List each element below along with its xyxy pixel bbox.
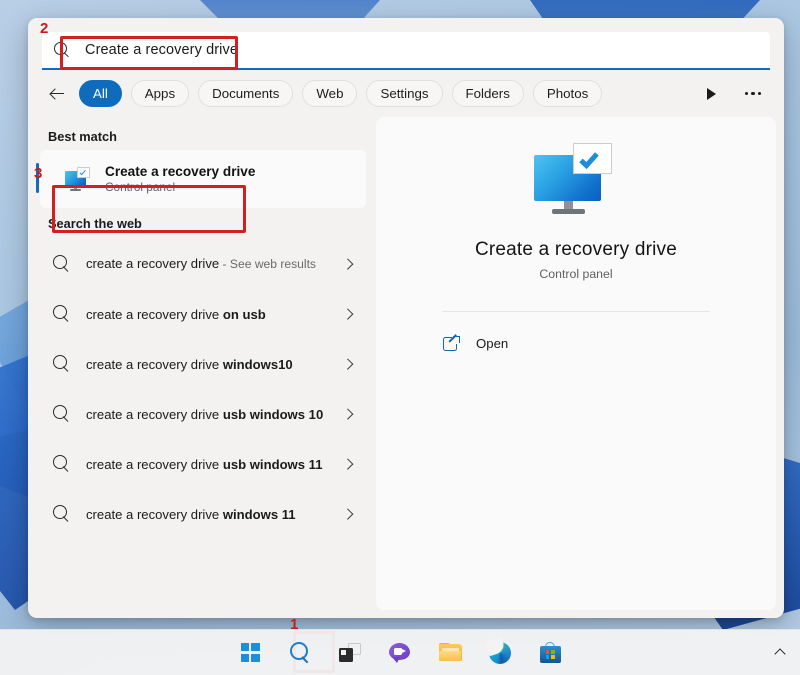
- chevron-right-icon: [340, 306, 356, 322]
- best-match-title: Create a recovery drive: [105, 164, 255, 179]
- search-input-value: Create a recovery drive: [85, 42, 238, 58]
- search-icon: [52, 354, 72, 374]
- preview-subtitle: Control panel: [539, 267, 612, 281]
- search-the-web-heading: Search the web: [28, 208, 376, 237]
- best-match-text: Create a recovery drive Control panel: [105, 164, 255, 194]
- task-view-button[interactable]: [333, 636, 367, 670]
- annotation-number-3: 3: [34, 165, 42, 182]
- list-item-label: create a recovery drive usb windows 11: [86, 455, 340, 474]
- windows-start-icon: [241, 643, 260, 662]
- tab-web[interactable]: Web: [302, 80, 357, 107]
- tab-label: Folders: [466, 86, 510, 101]
- tab-label: Photos: [547, 86, 588, 101]
- tab-folders[interactable]: Folders: [452, 80, 524, 107]
- more-options-icon[interactable]: [738, 82, 768, 106]
- taskbar-buttons: [233, 636, 567, 670]
- chevron-right-icon: [340, 506, 356, 522]
- start-button[interactable]: [233, 636, 267, 670]
- chevron-right-icon: [340, 406, 356, 422]
- recovery-drive-monitor-icon: [531, 143, 621, 219]
- search-input[interactable]: Create a recovery drive: [42, 32, 770, 70]
- tab-label: Apps: [145, 86, 175, 101]
- divider: [442, 311, 710, 312]
- list-item[interactable]: create a recovery drive - See web result…: [40, 239, 366, 289]
- annotation-number-2: 2: [40, 20, 48, 37]
- preview-title: Create a recovery drive: [475, 239, 677, 261]
- back-arrow-icon[interactable]: [44, 81, 70, 107]
- list-item-label: create a recovery drive usb windows 10: [86, 405, 340, 424]
- list-item[interactable]: create a recovery drive windows 11: [40, 489, 366, 539]
- system-tray: [772, 629, 790, 675]
- preview-pane: Create a recovery drive Control panel Op…: [376, 117, 776, 610]
- list-item-label: create a recovery drive windows 11: [86, 505, 340, 524]
- open-button[interactable]: Open: [442, 328, 710, 358]
- chat-button[interactable]: [383, 636, 417, 670]
- best-match-heading: Best match: [28, 121, 376, 150]
- microsoft-store-icon: [540, 642, 561, 663]
- search-icon: [54, 42, 71, 59]
- list-item[interactable]: create a recovery drive usb windows 11: [40, 439, 366, 489]
- search-icon: [52, 404, 72, 424]
- search-box-container: Create a recovery drive: [28, 18, 784, 70]
- open-button-label: Open: [476, 336, 508, 351]
- tab-documents[interactable]: Documents: [198, 80, 293, 107]
- list-item[interactable]: create a recovery drive usb windows 10: [40, 389, 366, 439]
- open-external-icon: [442, 334, 460, 352]
- chevron-right-icon: [340, 356, 356, 372]
- tab-photos[interactable]: Photos: [533, 80, 602, 107]
- list-item[interactable]: create a recovery drive on usb: [40, 289, 366, 339]
- chevron-right-icon: [340, 256, 356, 272]
- search-results-body: Best match Create a recovery drive Contr…: [28, 117, 784, 618]
- microsoft-edge-icon: [489, 642, 511, 664]
- tab-label: Web: [316, 86, 343, 101]
- play-icon[interactable]: [699, 82, 723, 106]
- chevron-up-icon[interactable]: [772, 643, 790, 661]
- search-icon: [52, 454, 72, 474]
- search-icon: [52, 254, 72, 274]
- tab-all[interactable]: All: [79, 80, 122, 107]
- list-item-label: create a recovery drive windows10: [86, 355, 340, 374]
- taskbar-search-button[interactable]: [283, 636, 317, 670]
- tab-label: Documents: [212, 86, 279, 101]
- chat-teams-icon: [389, 643, 411, 662]
- web-suggestions-list: create a recovery drive - See web result…: [28, 239, 376, 539]
- task-view-icon: [339, 643, 361, 662]
- recovery-drive-monitor-icon: [64, 167, 92, 192]
- edge-button[interactable]: [483, 636, 517, 670]
- search-filter-bar: All Apps Documents Web Settings Folders …: [28, 70, 784, 117]
- tab-label: Settings: [380, 86, 428, 101]
- search-icon: [52, 304, 72, 324]
- taskbar: [0, 629, 800, 675]
- store-button[interactable]: [533, 636, 567, 670]
- results-list-column: Best match Create a recovery drive Contr…: [28, 117, 376, 618]
- list-item[interactable]: create a recovery drive windows10: [40, 339, 366, 389]
- tab-settings[interactable]: Settings: [366, 80, 442, 107]
- search-flyout-panel: Create a recovery drive All Apps Documen…: [28, 18, 784, 618]
- list-item-label: create a recovery drive - See web result…: [86, 254, 340, 274]
- best-match-subtitle: Control panel: [105, 180, 255, 194]
- list-item-label: create a recovery drive on usb: [86, 305, 340, 324]
- chevron-right-icon: [340, 456, 356, 472]
- folder-icon: [439, 643, 462, 662]
- tab-apps[interactable]: Apps: [131, 80, 189, 107]
- best-match-result[interactable]: Create a recovery drive Control panel: [40, 150, 366, 208]
- file-explorer-button[interactable]: [433, 636, 467, 670]
- search-icon: [289, 641, 312, 664]
- search-icon: [52, 504, 72, 524]
- tab-label: All: [93, 86, 108, 101]
